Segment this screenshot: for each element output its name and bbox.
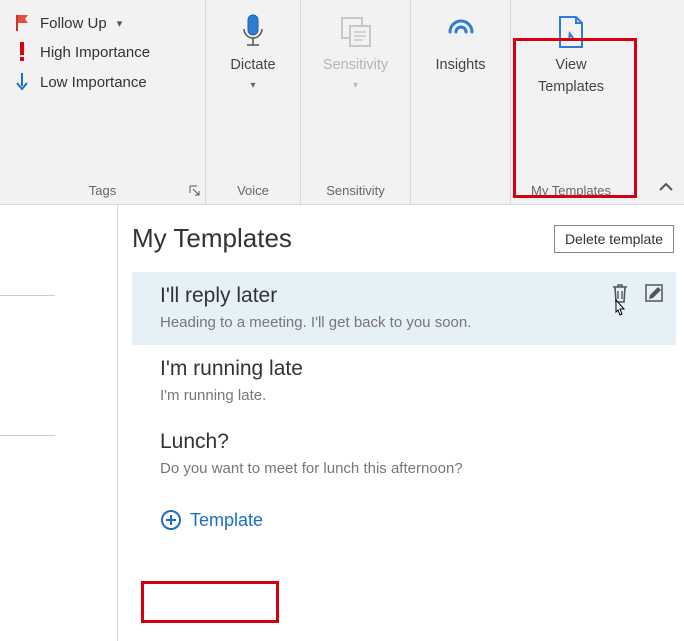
add-template-button[interactable]: Template bbox=[160, 509, 676, 531]
group-my-templates: View Templates My Templates bbox=[511, 0, 631, 204]
content-area: My Templates Delete template I'll reply … bbox=[0, 205, 684, 641]
sensitivity-icon bbox=[339, 12, 373, 52]
plus-circle-icon bbox=[160, 509, 182, 531]
insights-icon bbox=[442, 12, 480, 52]
chevron-down-icon: ▾ bbox=[117, 17, 123, 30]
follow-up-button[interactable]: Follow Up ▾ bbox=[12, 12, 195, 34]
templates-icon bbox=[554, 12, 588, 52]
my-templates-pane: My Templates Delete template I'll reply … bbox=[118, 205, 684, 641]
follow-up-label: Follow Up bbox=[40, 15, 107, 32]
view-templates-button[interactable]: View Templates bbox=[511, 0, 631, 180]
group-insights: Insights bbox=[411, 0, 511, 204]
flag-icon bbox=[12, 14, 32, 32]
annotation-highlight bbox=[141, 581, 279, 623]
high-importance-label: High Importance bbox=[40, 44, 150, 61]
ribbon: Follow Up ▾ High Importance Low Importan… bbox=[0, 0, 684, 205]
delete-template-button[interactable]: Delete template bbox=[554, 225, 674, 253]
low-importance-icon bbox=[12, 72, 32, 92]
group-sensitivity: Sensitivity ▾ Sensitivity bbox=[301, 0, 411, 204]
template-title: I'm running late bbox=[160, 357, 660, 381]
insights-label: Insights bbox=[436, 56, 486, 74]
view-templates-label-2: Templates bbox=[538, 78, 604, 96]
microphone-icon bbox=[240, 12, 266, 52]
group-label-sensitivity: Sensitivity bbox=[326, 183, 385, 198]
add-template-label: Template bbox=[190, 510, 263, 531]
template-title: Lunch? bbox=[160, 430, 660, 454]
group-label-tags: Tags bbox=[89, 183, 116, 198]
edit-icon[interactable] bbox=[644, 283, 664, 308]
dictate-label: Dictate bbox=[230, 56, 275, 74]
high-importance-icon bbox=[12, 42, 32, 62]
left-sidebar bbox=[0, 205, 118, 641]
view-templates-label-1: View bbox=[555, 56, 586, 74]
sensitivity-button: Sensitivity ▾ bbox=[301, 0, 410, 180]
group-label-templates: My Templates bbox=[531, 183, 611, 198]
ribbon-groups: Follow Up ▾ High Importance Low Importan… bbox=[0, 0, 631, 204]
low-importance-label: Low Importance bbox=[40, 74, 147, 91]
template-item[interactable]: I'm running late I'm running late. bbox=[132, 345, 676, 418]
pointer-cursor-icon bbox=[610, 298, 630, 327]
pane-title: My Templates bbox=[132, 223, 292, 254]
chevron-down-icon: ▾ bbox=[353, 80, 358, 93]
sensitivity-label: Sensitivity bbox=[323, 56, 388, 74]
group-label-voice: Voice bbox=[237, 183, 269, 198]
template-body: Heading to a meeting. I'll get back to y… bbox=[160, 314, 660, 331]
high-importance-button[interactable]: High Importance bbox=[12, 40, 195, 64]
dictate-button[interactable]: Dictate ▾ bbox=[206, 0, 300, 180]
template-body: I'm running late. bbox=[160, 387, 660, 404]
chevron-down-icon: ▾ bbox=[250, 80, 255, 93]
dialog-launcher-icon[interactable] bbox=[189, 185, 201, 200]
group-voice: Dictate ▾ Voice bbox=[206, 0, 301, 204]
template-title: I'll reply later bbox=[160, 284, 660, 308]
template-item[interactable]: I'll reply later Heading to a meeting. I… bbox=[132, 272, 676, 345]
template-item[interactable]: Lunch? Do you want to meet for lunch thi… bbox=[132, 418, 676, 491]
low-importance-button[interactable]: Low Importance bbox=[12, 70, 195, 94]
template-body: Do you want to meet for lunch this after… bbox=[160, 460, 660, 477]
insights-button[interactable]: Insights bbox=[411, 0, 510, 180]
collapse-ribbon-icon[interactable] bbox=[658, 180, 674, 198]
group-tags: Follow Up ▾ High Importance Low Importan… bbox=[0, 0, 206, 204]
